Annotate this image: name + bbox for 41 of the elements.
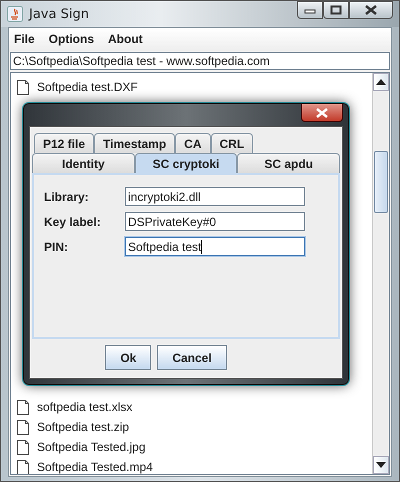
text-field[interactable]: DSPrivateKey#0 [125,212,305,231]
field-label: PIN: [44,240,69,254]
file-name[interactable]: Softpedia test.zip [37,420,130,434]
menu-item[interactable]: File [14,32,35,46]
file-name[interactable]: Softpedia Tested.jpg [37,440,146,454]
path-field[interactable]: C:\Softpedia\Softpedia test - www.softpedia.com [10,52,390,70]
window-title: Java Sign [29,6,89,22]
close-icon [364,5,378,15]
file-name[interactable]: Softpedia Tested.mp4 [37,460,153,474]
close-button[interactable] [301,104,343,122]
file-icon [17,440,29,454]
field-label: Key label: [44,214,102,228]
file-name[interactable]: softpedia test.xlsx [37,400,132,414]
file-icon [17,420,29,434]
tab[interactable]: Identity [32,153,135,173]
file-icon [17,80,29,94]
dialog-button[interactable]: Cancel [157,345,227,370]
dialog-button[interactable]: Ok [105,345,152,370]
file-name[interactable]: Softpedia test.DXF [37,80,138,94]
field-label: Library: [44,190,90,204]
java-cup-icon [7,6,23,22]
tab[interactable]: SC apdu [237,153,340,173]
file-icon [17,400,29,414]
scrollbar[interactable] [372,73,389,474]
text-field[interactable]: Softpedia test [125,237,305,256]
minimize-button[interactable] [297,1,323,19]
scroll-thumb[interactable] [374,151,388,213]
tab[interactable]: CA [175,133,211,153]
tab[interactable]: SC cryptoki [134,153,238,173]
close-icon [315,108,329,118]
maximize-button[interactable] [323,1,349,19]
menu-item[interactable]: About [108,32,143,46]
tab[interactable]: CRL [210,133,254,153]
maximize-icon [330,5,342,15]
scroll-down-icon[interactable] [376,462,386,468]
close-button[interactable] [349,1,393,19]
text-field[interactable]: incryptoki2.dll [125,187,305,206]
menu-item[interactable]: Options [48,32,94,46]
tab[interactable]: P12 file [34,133,94,153]
scroll-up-icon[interactable] [376,79,386,85]
tab[interactable]: Timestamp [94,133,176,153]
